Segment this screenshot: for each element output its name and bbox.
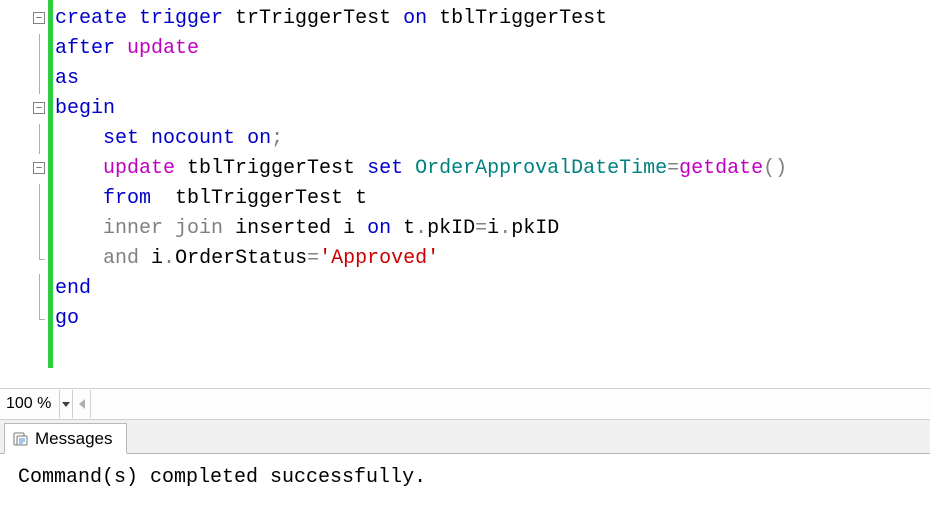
token [127, 7, 139, 30]
fold-guide [39, 274, 40, 304]
token: set [103, 127, 139, 150]
token: . [415, 217, 427, 240]
token [235, 127, 247, 150]
code-line[interactable]: as [55, 64, 930, 94]
token: tblTriggerTest t [151, 187, 367, 210]
token: i [139, 247, 163, 270]
zoom-bar: 100 % [0, 388, 930, 420]
token: go [55, 307, 79, 330]
fold-guide [39, 34, 40, 64]
token: update [103, 157, 175, 180]
code-line[interactable]: − update tblTriggerTest set OrderApprova… [55, 154, 930, 184]
token: on [247, 127, 271, 150]
token: from [103, 187, 151, 210]
tab-messages[interactable]: Messages [4, 423, 127, 454]
token: and [103, 247, 139, 270]
token: after [55, 37, 115, 60]
token [139, 127, 151, 150]
fold-guide [39, 214, 40, 244]
token: pkID [511, 217, 559, 240]
token: i [487, 217, 499, 240]
code-editor-pane[interactable]: −create trigger trTriggerTest on tblTrig… [0, 0, 930, 388]
token: . [499, 217, 511, 240]
fold-guide-end [39, 304, 40, 319]
messages-icon [13, 431, 29, 447]
token: pkID [427, 217, 475, 240]
tab-messages-label: Messages [35, 429, 112, 449]
token: () [763, 157, 787, 180]
token: end [55, 277, 91, 300]
token: inserted i [223, 217, 367, 240]
token: getdate [679, 157, 763, 180]
token [403, 157, 415, 180]
token: on [403, 7, 427, 30]
token: = [307, 247, 319, 270]
token: trTriggerTest [223, 7, 403, 30]
token [115, 37, 127, 60]
token: nocount [151, 127, 235, 150]
code-line[interactable]: set nocount on; [55, 124, 930, 154]
token: update [127, 37, 199, 60]
scroll-left-button[interactable] [73, 390, 91, 418]
token: inner [103, 217, 163, 240]
token: set [367, 157, 403, 180]
messages-output[interactable]: Command(s) completed successfully. [0, 454, 930, 514]
code-line[interactable]: −begin [55, 94, 930, 124]
token: OrderApprovalDateTime [415, 157, 667, 180]
token: create [55, 7, 127, 30]
token: . [163, 247, 175, 270]
fold-guide-end [39, 244, 40, 259]
token: on [367, 217, 391, 240]
fold-toggle-icon[interactable]: − [33, 102, 45, 114]
code-line[interactable]: after update [55, 34, 930, 64]
token: tblTriggerTest [175, 157, 367, 180]
fold-toggle-icon[interactable]: − [33, 12, 45, 24]
token: as [55, 67, 79, 90]
code-line[interactable]: and i.OrderStatus='Approved' [55, 244, 930, 274]
token: trigger [139, 7, 223, 30]
token: OrderStatus [175, 247, 307, 270]
editor-gutter [0, 0, 48, 388]
token: = [667, 157, 679, 180]
zoom-dropdown[interactable] [59, 390, 73, 418]
fold-guide [39, 64, 40, 94]
token: = [475, 217, 487, 240]
fold-guide [39, 124, 40, 154]
token: t [391, 217, 415, 240]
code-line[interactable]: inner join inserted i on t.pkID=i.pkID [55, 214, 930, 244]
change-marker [48, 0, 53, 368]
message-text: Command(s) completed successfully. [18, 466, 426, 489]
fold-guide [39, 184, 40, 214]
results-tab-strip: Messages [0, 420, 930, 454]
code-area[interactable]: −create trigger trTriggerTest on tblTrig… [55, 4, 930, 334]
code-line[interactable]: from tblTriggerTest t [55, 184, 930, 214]
token: join [175, 217, 223, 240]
code-line[interactable]: −create trigger trTriggerTest on tblTrig… [55, 4, 930, 34]
token: 'Approved' [319, 247, 439, 270]
token: ; [271, 127, 283, 150]
fold-toggle-icon[interactable]: − [33, 162, 45, 174]
code-line[interactable]: go [55, 304, 930, 334]
token: tblTriggerTest [427, 7, 607, 30]
token: begin [55, 97, 115, 120]
token [163, 217, 175, 240]
code-line[interactable]: end [55, 274, 930, 304]
zoom-value: 100 % [0, 395, 59, 413]
